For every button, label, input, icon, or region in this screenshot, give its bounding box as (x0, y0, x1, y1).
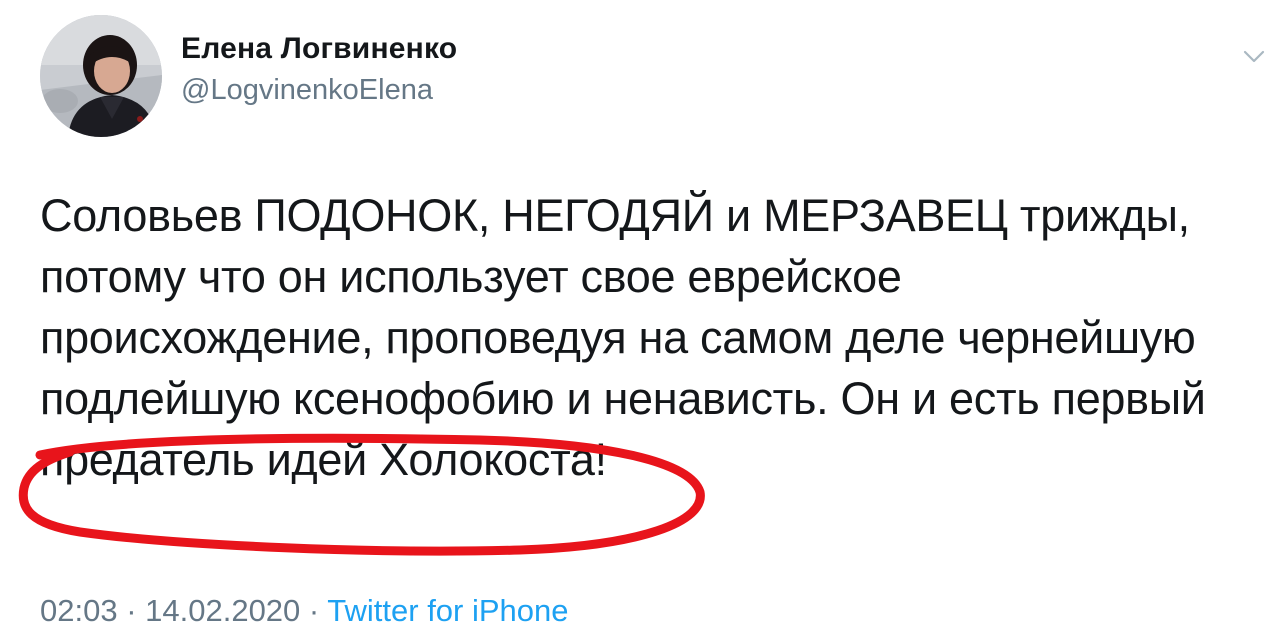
tweet-line: Соловьев ПОДОНОК, НЕГОДЯЙ и МЕРЗАВЕЦ три… (40, 190, 1190, 241)
chevron-down-icon[interactable] (1237, 44, 1271, 68)
tweet-line: происхождение, проповедуя на самом деле … (40, 312, 1196, 363)
tweet-time[interactable]: 02:03 (40, 593, 118, 628)
meta-separator: · (117, 593, 146, 628)
avatar[interactable] (40, 15, 162, 137)
tweet-text: Соловьев ПОДОНОК, НЕГОДЯЙ и МЕРЗАВЕЦ три… (40, 185, 1260, 490)
tweet-card: Елена Логвиненко @LogvinenkoElena Соловь… (0, 0, 1280, 640)
tweet-line: предатель идей Холокоста! (40, 434, 607, 485)
author-handle[interactable]: @LogvinenkoElena (181, 74, 433, 107)
meta-separator: · (300, 593, 328, 628)
tweet-meta: 02:03 · 14.02.2020 · Twitter for iPhone (40, 593, 569, 629)
tweet-date[interactable]: 14.02.2020 (145, 593, 300, 628)
tweet-line: потому что он использует свое еврейское (40, 251, 902, 302)
tweet-source-link[interactable]: Twitter for iPhone (327, 593, 568, 628)
author-display-name[interactable]: Елена Логвиненко (181, 32, 457, 66)
profile-photo (40, 15, 162, 137)
tweet-line: подлейшую ксенофобию и ненависть. Он и е… (40, 373, 1206, 424)
